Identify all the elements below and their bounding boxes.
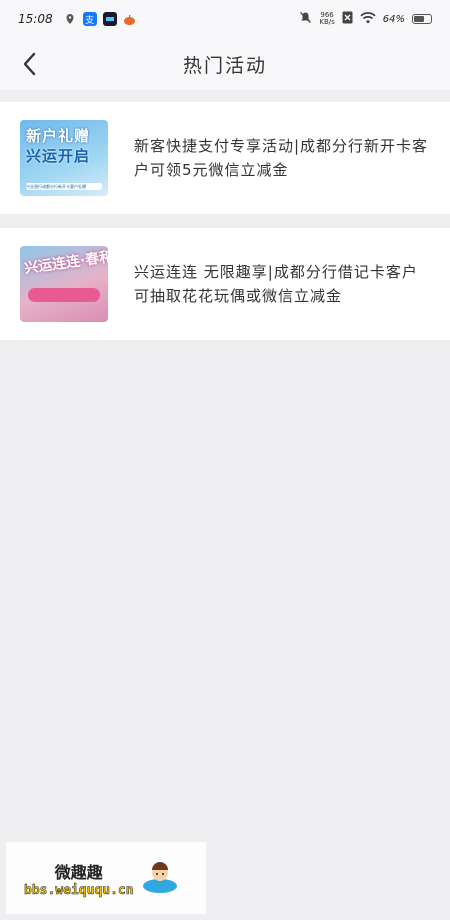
location-icon xyxy=(63,12,77,26)
mute-icon xyxy=(299,11,312,27)
status-left: 15:08 支 xyxy=(18,12,137,26)
activity-thumbnail: 兴运连连·春和景明 xyxy=(20,246,108,322)
wifi-icon xyxy=(360,11,376,27)
activity-list: 新户礼赠 兴运开启 兴业银行成都分行新开卡客户礼赠 新客快捷支付专享活动|成都分… xyxy=(0,102,450,340)
thumbnail-caption: 兴业银行成都分行新开卡客户礼赠 xyxy=(26,183,102,190)
network-speed-unit: KB/s xyxy=(319,18,335,26)
network-speed: 966 KB/s xyxy=(319,12,334,26)
status-time: 15:08 xyxy=(18,12,53,26)
thumbnail-ribbon xyxy=(28,288,100,302)
app-icon xyxy=(102,12,117,26)
thumbnail-line2: 兴运开启 xyxy=(26,147,91,165)
battery-fill xyxy=(414,16,424,22)
mascot-icon xyxy=(140,856,180,900)
watermark: 微趣趣 bbs.weiququ.cn xyxy=(6,842,206,914)
header: 热门活动 xyxy=(0,38,450,90)
watermark-name: 微趣趣 xyxy=(54,862,103,882)
page-title: 热门活动 xyxy=(182,54,267,77)
status-bar: 15:08 支 966 KB/s 64% xyxy=(0,0,450,38)
back-button[interactable] xyxy=(16,50,44,78)
thumbnail-headline: 新户礼赠 兴运开启 xyxy=(26,126,90,166)
activity-thumbnail: 新户礼赠 兴运开启 兴业银行成都分行新开卡客户礼赠 xyxy=(20,120,108,196)
status-right: 966 KB/s 64% xyxy=(299,11,432,27)
chevron-left-icon xyxy=(23,52,36,76)
thumbnail-line1: 新户礼赠 xyxy=(26,127,91,145)
battery-icon xyxy=(412,14,432,24)
thumbnail-headline: 兴运连连·春和景明 xyxy=(23,246,108,278)
alipay-icon: 支 xyxy=(82,12,97,26)
watermark-url: bbs.weiququ.cn xyxy=(24,882,134,898)
pumpkin-icon xyxy=(123,12,137,26)
activity-title: 兴运连连 无限趣享|成都分行借记卡客户可抽取花花玩偶或微信立减金 xyxy=(134,263,418,305)
no-sim-icon xyxy=(342,11,353,27)
activity-card[interactable]: 新户礼赠 兴运开启 兴业银行成都分行新开卡客户礼赠 新客快捷支付专享活动|成都分… xyxy=(0,102,450,214)
watermark-text: 微趣趣 bbs.weiququ.cn xyxy=(24,859,134,898)
activity-card[interactable]: 兴运连连·春和景明 兴运连连 无限趣享|成都分行借记卡客户可抽取花花玩偶或微信立… xyxy=(0,228,450,340)
activity-title: 新客快捷支付专享活动|成都分行新开卡客户可领5元微信立减金 xyxy=(134,137,429,179)
battery-percent: 64% xyxy=(382,13,405,25)
